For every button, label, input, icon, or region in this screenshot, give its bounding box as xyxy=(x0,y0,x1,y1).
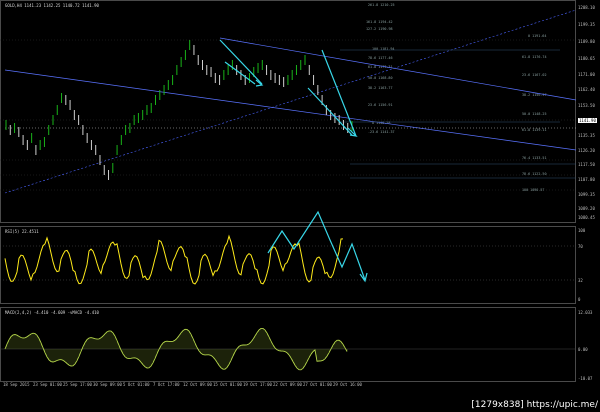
channel-top-line[interactable] xyxy=(4,9,577,194)
pattern-arrows xyxy=(219,39,358,137)
trend-line[interactable] xyxy=(219,37,577,101)
channel-bottom-line[interactable] xyxy=(4,69,577,151)
candlestick-series xyxy=(5,40,353,180)
chart-window: GOLD,H4 1141.23 1142.25 1140.72 1141.90 … xyxy=(0,0,600,412)
rsi-line xyxy=(4,234,344,285)
arrow-line xyxy=(224,61,256,85)
chart-drawing-layer xyxy=(0,9,577,371)
watermark: [1279x838] https://upic.me/ xyxy=(471,400,598,410)
